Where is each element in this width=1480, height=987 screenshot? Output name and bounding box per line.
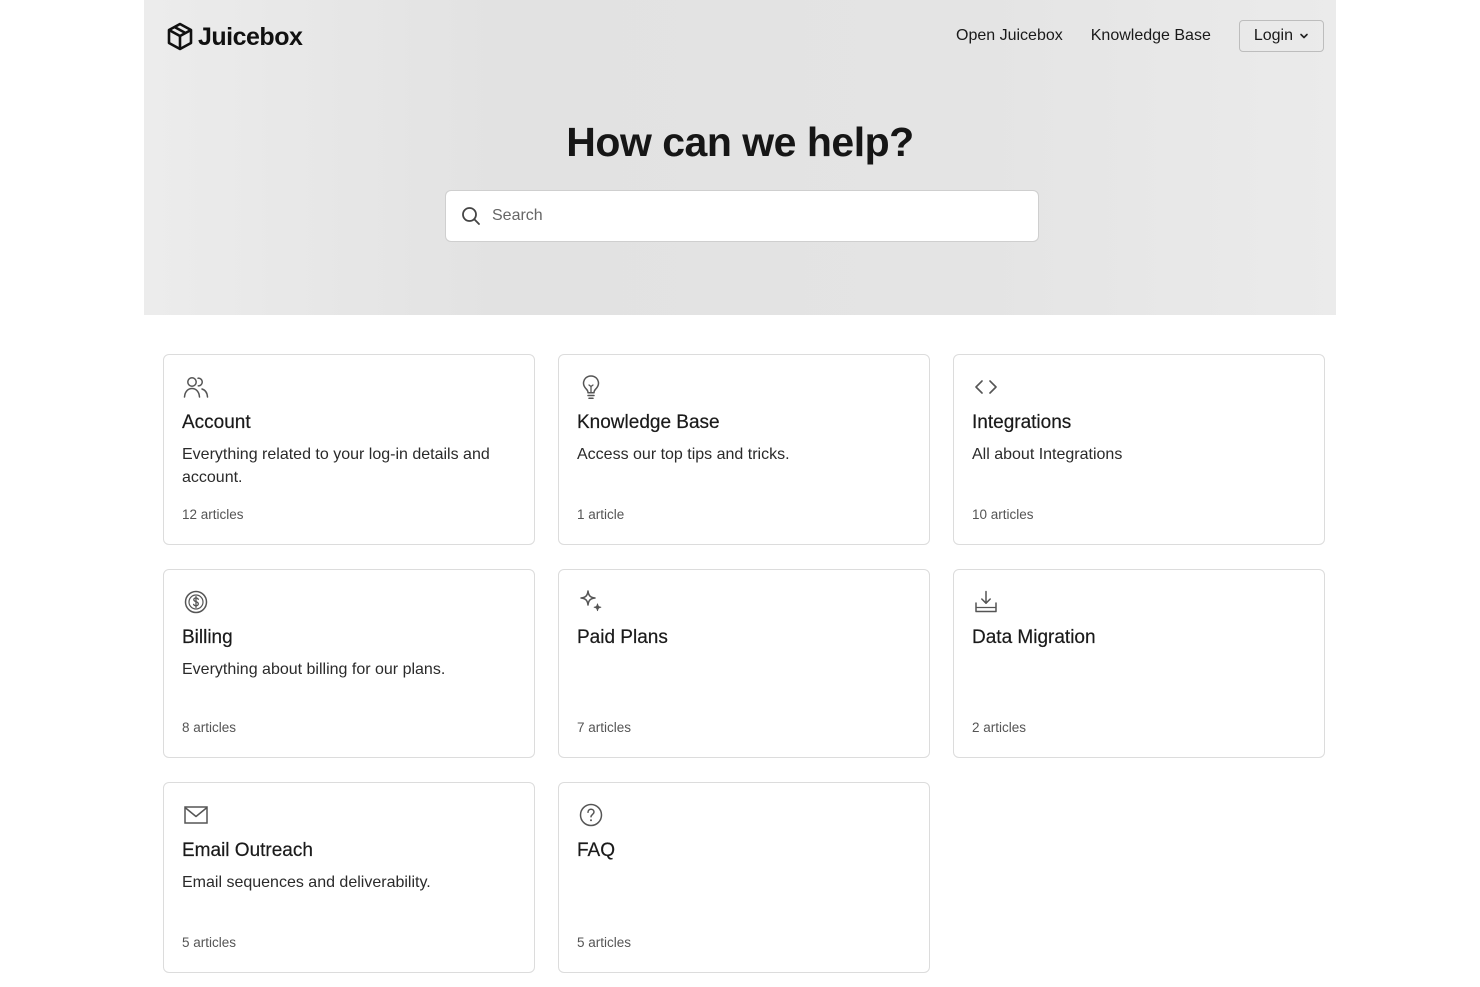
collection-card-data-migration[interactable]: Data Migration 2 articles: [953, 569, 1325, 758]
collection-description: Email sequences and deliverability.: [182, 874, 431, 891]
brand-name: Juicebox: [198, 23, 303, 51]
nav-knowledge-base-link[interactable]: Knowledge Base: [1091, 19, 1211, 53]
brand-logo[interactable]: Juicebox: [166, 20, 303, 54]
collection-title: Email Outreach: [182, 840, 313, 861]
collection-title: Account: [182, 412, 251, 433]
collection-title: FAQ: [577, 840, 616, 861]
collection-description: All about Integrations: [972, 446, 1123, 463]
dollar-circle-icon: [182, 588, 210, 616]
collection-article-count: 7 articles: [577, 720, 632, 735]
juicebox-logo-icon: [167, 22, 193, 51]
collection-card-paid-plans[interactable]: Paid Plans 7 articles: [558, 569, 930, 758]
page-title: How can we help?: [566, 119, 914, 165]
collection-card-billing[interactable]: Billing Everything about billing for our…: [163, 569, 535, 758]
collection-title: Data Migration: [972, 627, 1096, 648]
help-center-page: Juicebox Open Juicebox Knowledge Base Lo…: [0, 0, 1480, 987]
collection-description: Everything about billing for our plans.: [182, 661, 446, 678]
question-circle-icon: [577, 801, 605, 829]
collection-title: Integrations: [972, 412, 1072, 433]
header-nav: Open Juicebox Knowledge Base Login: [956, 19, 1324, 53]
collections-grid: Account Everything related to your log-i…: [163, 354, 1325, 973]
collection-card-account[interactable]: Account Everything related to your log-i…: [163, 354, 535, 545]
search-input[interactable]: [492, 196, 1012, 236]
collection-card-knowledge-base[interactable]: Knowledge Base Access our top tips and t…: [558, 354, 930, 545]
collection-title: Knowledge Base: [577, 412, 720, 433]
collection-title: Paid Plans: [577, 627, 668, 648]
collection-article-count: 8 articles: [182, 720, 237, 735]
search-box[interactable]: [445, 190, 1039, 242]
login-label: Login: [1253, 27, 1293, 44]
sparkles-icon: [577, 588, 605, 616]
collection-article-count: 5 articles: [577, 935, 632, 950]
collection-description: Everything related to your log-in detail…: [182, 446, 490, 486]
collection-article-count: 1 article: [577, 507, 625, 522]
collection-article-count: 2 articles: [972, 720, 1027, 735]
search-icon: [462, 207, 480, 225]
collection-article-count: 12 articles: [182, 507, 244, 522]
login-dropdown-button[interactable]: Login: [1238, 20, 1324, 52]
collection-description: Access our top tips and tricks.: [577, 446, 790, 463]
users-icon: [182, 373, 210, 401]
nav-open-juicebox-link[interactable]: Open Juicebox: [956, 19, 1063, 53]
download-tray-icon: [972, 588, 1000, 616]
collection-title: Billing: [182, 627, 233, 648]
collection-article-count: 10 articles: [972, 507, 1034, 522]
hero-section: Juicebox Open Juicebox Knowledge Base Lo…: [144, 0, 1336, 315]
code-icon: [972, 373, 1000, 401]
collection-card-faq[interactable]: FAQ 5 articles: [558, 782, 930, 973]
lightbulb-icon: [577, 373, 605, 401]
mail-icon: [182, 801, 210, 829]
collection-card-email-outreach[interactable]: Email Outreach Email sequences and deliv…: [163, 782, 535, 973]
collection-card-integrations[interactable]: Integrations All about Integrations 10 a…: [953, 354, 1325, 545]
chevron-down-icon: [1300, 33, 1308, 39]
top-navigation: Juicebox Open Juicebox Knowledge Base Lo…: [144, 0, 1336, 72]
collection-article-count: 5 articles: [182, 935, 237, 950]
